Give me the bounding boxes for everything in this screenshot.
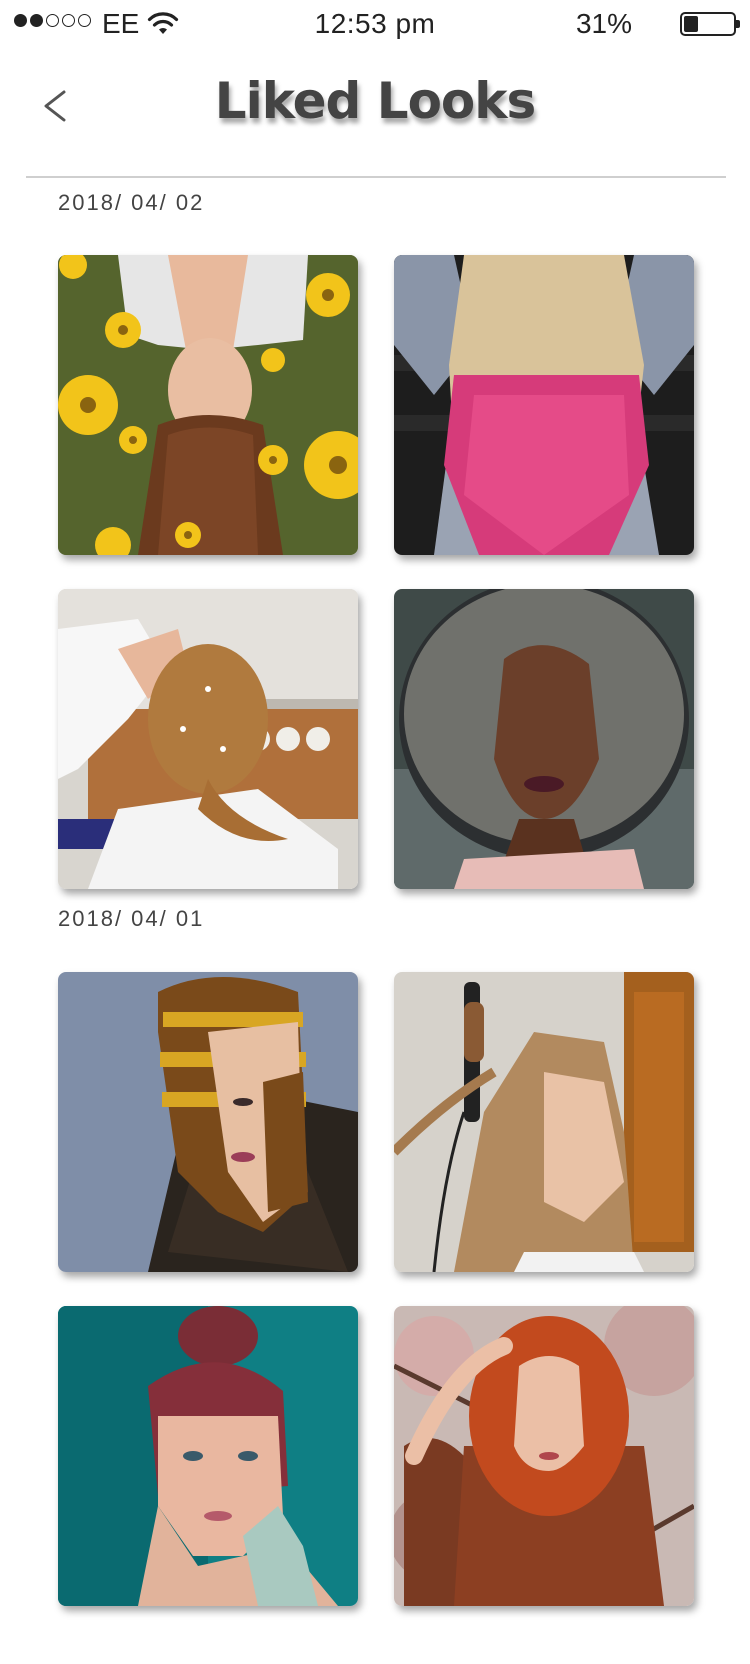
- status-bar: EE 12:53 pm 31%: [0, 0, 750, 52]
- look-image: [394, 1306, 694, 1606]
- date-header: 2018/ 04/ 02: [58, 190, 205, 215]
- battery-percentage: 31%: [575, 8, 632, 39]
- page-title: Liked Looks: [214, 72, 537, 130]
- look-tile-flowers[interactable]: [58, 255, 358, 555]
- look-image: [58, 972, 358, 1272]
- look-image: [58, 255, 358, 555]
- header-divider: [26, 176, 726, 178]
- look-tile-silver-curls[interactable]: [394, 589, 694, 889]
- look-tile-pink-ombre[interactable]: [394, 255, 694, 555]
- look-image: [58, 1306, 358, 1606]
- look-image: [394, 972, 694, 1272]
- date-header: 2018/ 04/ 01: [58, 906, 205, 931]
- look-tile-red-curls[interactable]: [394, 1306, 694, 1606]
- look-tile-top-bun[interactable]: [58, 1306, 358, 1606]
- look-image: [58, 589, 358, 889]
- battery-icon: [680, 12, 740, 36]
- look-tile-salon-updo[interactable]: [58, 589, 358, 889]
- look-image: [394, 255, 694, 555]
- look-tile-striped-bob[interactable]: [58, 972, 358, 1272]
- status-time: 12:53 pm: [314, 8, 436, 39]
- nav-header: Liked Looks: [0, 52, 750, 178]
- look-image: [394, 589, 694, 889]
- look-tile-curling-iron[interactable]: [394, 972, 694, 1272]
